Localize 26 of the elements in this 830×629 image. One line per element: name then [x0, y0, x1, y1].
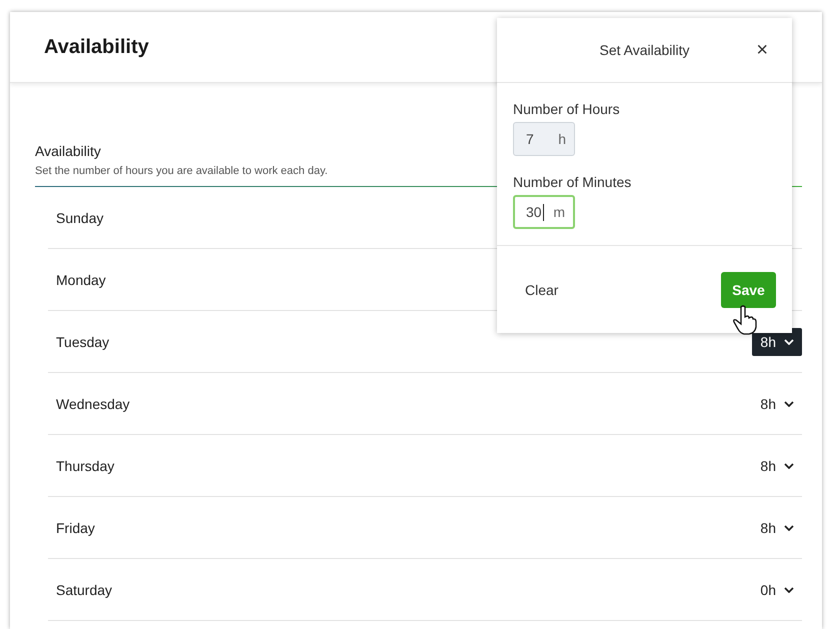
section-title: Availability — [35, 143, 102, 159]
section-description: Set the number of hours you are available to work each day. — [35, 165, 329, 177]
day-label: Sunday — [56, 210, 104, 226]
hours-dropdown[interactable]: 8h — [752, 390, 802, 418]
clear-button[interactable]: Clear — [517, 278, 566, 302]
popover-title: Set Availability — [599, 42, 690, 58]
day-label: Monday — [56, 272, 106, 288]
page-title: Availability — [44, 36, 149, 58]
hours-dropdown[interactable]: 0h — [752, 576, 802, 604]
number-field[interactable]: 30 m — [513, 195, 575, 229]
chevron-down-icon — [784, 400, 794, 406]
chevron-down-icon — [784, 524, 794, 530]
field-label: Number of Hours — [513, 101, 621, 117]
hours-dropdown[interactable]: 8h — [752, 514, 802, 542]
chevron-down-icon — [784, 586, 794, 592]
field-label: Number of Minutes — [513, 174, 632, 190]
hours-dropdown[interactable]: 8h — [752, 452, 802, 480]
close-button[interactable]: × — [752, 38, 772, 62]
day-label: Friday — [56, 520, 95, 536]
number-field[interactable]: 7 h — [513, 122, 575, 156]
day-label: Wednesday — [56, 396, 130, 412]
day-label: Saturday — [56, 582, 112, 598]
chevron-down-icon — [784, 462, 794, 468]
chevron-down-icon — [784, 338, 794, 344]
day-label: Tuesday — [56, 334, 110, 350]
day-label: Thursday — [56, 458, 114, 474]
